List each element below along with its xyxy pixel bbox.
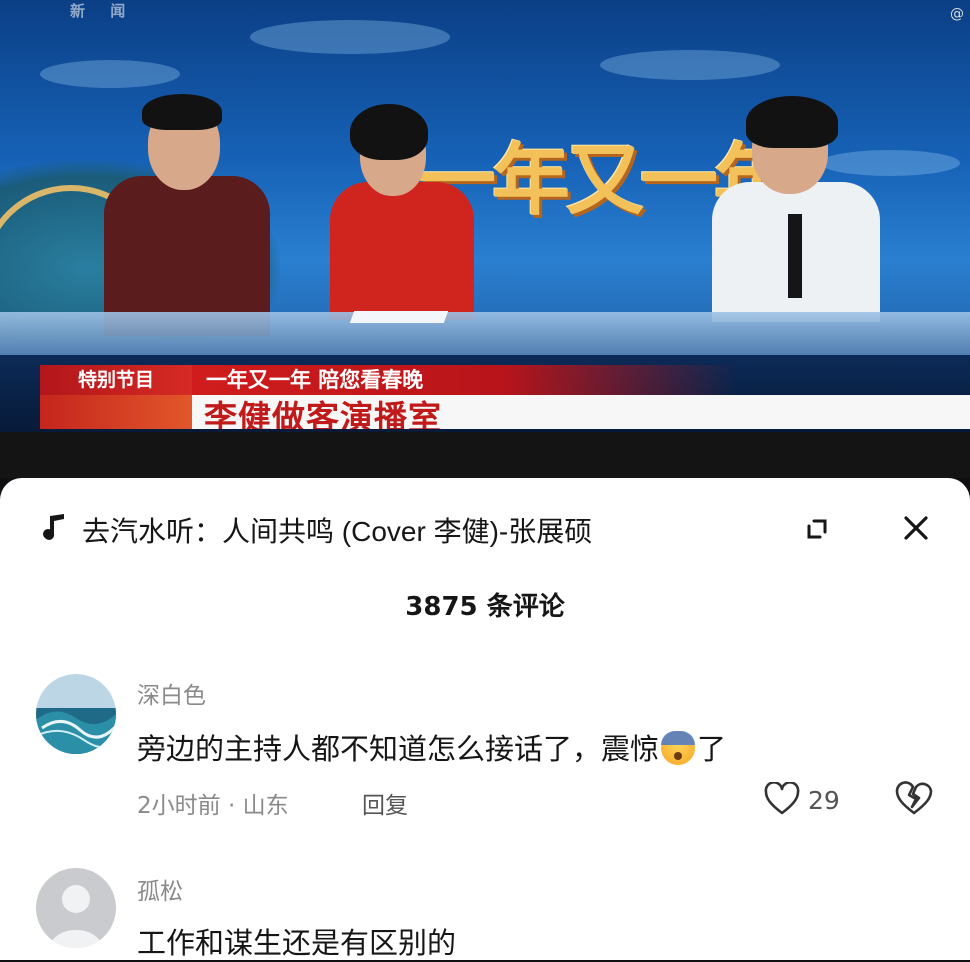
comment-count: 3875 条评论 <box>405 592 565 622</box>
program-tag: 特别节目 <box>40 365 192 395</box>
expand-icon[interactable] <box>800 512 834 546</box>
fearful-face-emoji <box>661 731 696 765</box>
comment-item: 深白色 旁边的主持人都不知道怎么接话了，震惊 了 2小时前 · 山东 回复 29 <box>0 674 970 824</box>
avatar[interactable] <box>36 674 116 754</box>
music-title: 去汽水听：人间共鸣 (Cover 李健)-张展硕 <box>82 516 593 547</box>
comment-text-part1: 旁边的主持人都不知道怎么接话了，震惊 <box>137 732 660 766</box>
music-link[interactable]: 去汽水听：人间共鸣 (Cover 李健)-张展硕 <box>40 508 760 548</box>
comment-time-location: 2小时前 · 山东 <box>137 793 289 819</box>
comment-text: 旁边的主持人都不知道怎么接话了，震惊 了 <box>137 726 726 768</box>
video-player[interactable]: 新 闻 @ 一年又一年 特别节目 一年又一年 陪您看春晚 李健做客演播室 <box>0 0 970 478</box>
comment-username[interactable]: 深白色 <box>137 676 206 710</box>
comment-sheet: 去汽水听：人间共鸣 (Cover 李健)-张展硕 3875 条评论 深白色 旁边… <box>0 478 970 960</box>
caption-line1: 一年又一年 陪您看春晚 <box>192 365 970 395</box>
avatar[interactable] <box>36 868 116 948</box>
corner-mark: @ <box>950 6 964 22</box>
video-frame: 新 闻 @ 一年又一年 特别节目 一年又一年 陪您看春晚 李健做客演播室 <box>0 0 970 432</box>
comment-text-part2: 了 <box>697 732 727 766</box>
caption-line2-text: 李健做客演播室 <box>204 398 442 430</box>
comment-item: 孤松 工作和谋生还是有区别的 <box>0 868 970 960</box>
heart-icon[interactable] <box>764 782 800 816</box>
caption-line2: 李健做客演播室 <box>192 395 970 429</box>
lower-third-caption: 特别节目 一年又一年 陪您看春晚 李健做客演播室 <box>40 365 970 429</box>
music-note-icon <box>43 514 64 540</box>
comment-username[interactable]: 孤松 <box>137 872 183 906</box>
reply-button[interactable]: 回复 <box>362 786 408 820</box>
channel-watermark: 新 闻 <box>70 2 136 20</box>
like-count: 29 <box>808 786 840 815</box>
broken-heart-icon[interactable] <box>894 780 934 816</box>
close-icon[interactable] <box>896 508 936 548</box>
comment-text: 工作和谋生还是有区别的 <box>137 926 457 960</box>
